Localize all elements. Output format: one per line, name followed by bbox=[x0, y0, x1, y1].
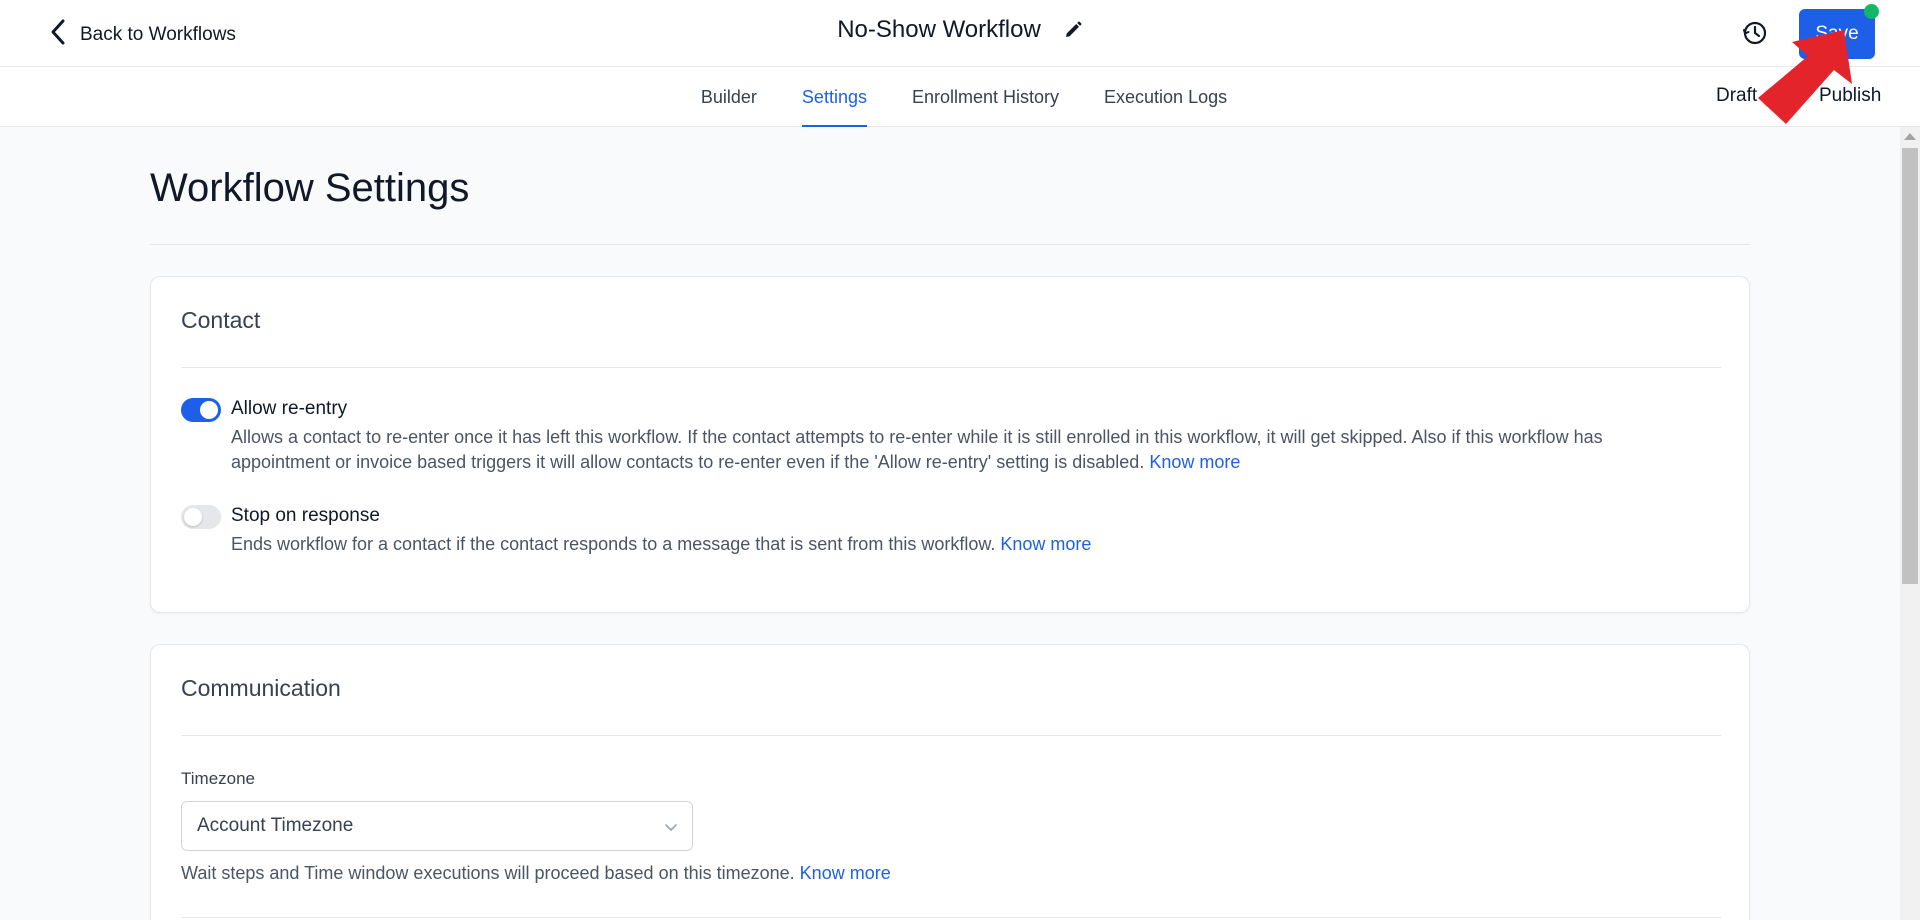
tab-settings[interactable]: Settings bbox=[801, 67, 868, 127]
divider bbox=[181, 367, 1721, 368]
contact-section-title: Contact bbox=[181, 307, 261, 333]
chevron-down-icon bbox=[664, 820, 678, 834]
divider bbox=[181, 917, 1721, 918]
tab-execution-logs[interactable]: Execution Logs bbox=[1104, 67, 1227, 127]
timezone-know-more-link[interactable]: Know more bbox=[800, 863, 891, 883]
timezone-value: Account Timezone bbox=[197, 815, 354, 836]
tabs-bar: Builder Settings Enrollment History Exec… bbox=[0, 67, 1920, 127]
timezone-label: Timezone bbox=[181, 769, 256, 788]
communication-card: Communication Timezone Account Timezone … bbox=[150, 644, 1750, 920]
timezone-help: Wait steps and Time window executions wi… bbox=[181, 863, 891, 883]
divider bbox=[181, 735, 1721, 736]
annotation-arrow-icon bbox=[1758, 30, 1852, 124]
stop-on-response-label: Stop on response bbox=[231, 505, 380, 526]
tab-list: Builder Settings Enrollment History Exec… bbox=[0, 67, 1920, 127]
stop-on-response-know-more-link[interactable]: Know more bbox=[1000, 534, 1091, 554]
scroll-up-arrow-icon[interactable] bbox=[1904, 133, 1916, 140]
timezone-select[interactable]: Account Timezone bbox=[181, 801, 693, 851]
unsaved-indicator-dot bbox=[1864, 4, 1879, 19]
workflow-title: No-Show Workflow bbox=[837, 16, 1041, 43]
stop-on-response-toggle[interactable] bbox=[181, 505, 221, 529]
allow-reentry-know-more-link[interactable]: Know more bbox=[1149, 452, 1240, 472]
allow-reentry-label: Allow re-entry bbox=[231, 398, 348, 419]
tab-builder[interactable]: Builder bbox=[701, 67, 757, 127]
allow-reentry-toggle[interactable] bbox=[181, 398, 221, 422]
contact-card: Contact Allow re-entry Allows a contact … bbox=[150, 276, 1750, 613]
divider bbox=[150, 244, 1750, 245]
allow-reentry-description: Allows a contact to re-enter once it has… bbox=[231, 427, 1603, 472]
pencil-icon[interactable] bbox=[1063, 20, 1083, 40]
stop-on-response-description: Ends workflow for a contact if the conta… bbox=[231, 534, 1092, 554]
scrollbar-thumb[interactable] bbox=[1902, 148, 1918, 584]
workflow-title-bar: No-Show Workflow bbox=[0, 16, 1920, 44]
top-bar: Back to Workflows No-Show Workflow Save bbox=[0, 0, 1920, 67]
page-title: Workflow Settings bbox=[150, 166, 470, 210]
communication-section-title: Communication bbox=[181, 675, 341, 701]
tab-enrollment-history[interactable]: Enrollment History bbox=[912, 67, 1059, 127]
